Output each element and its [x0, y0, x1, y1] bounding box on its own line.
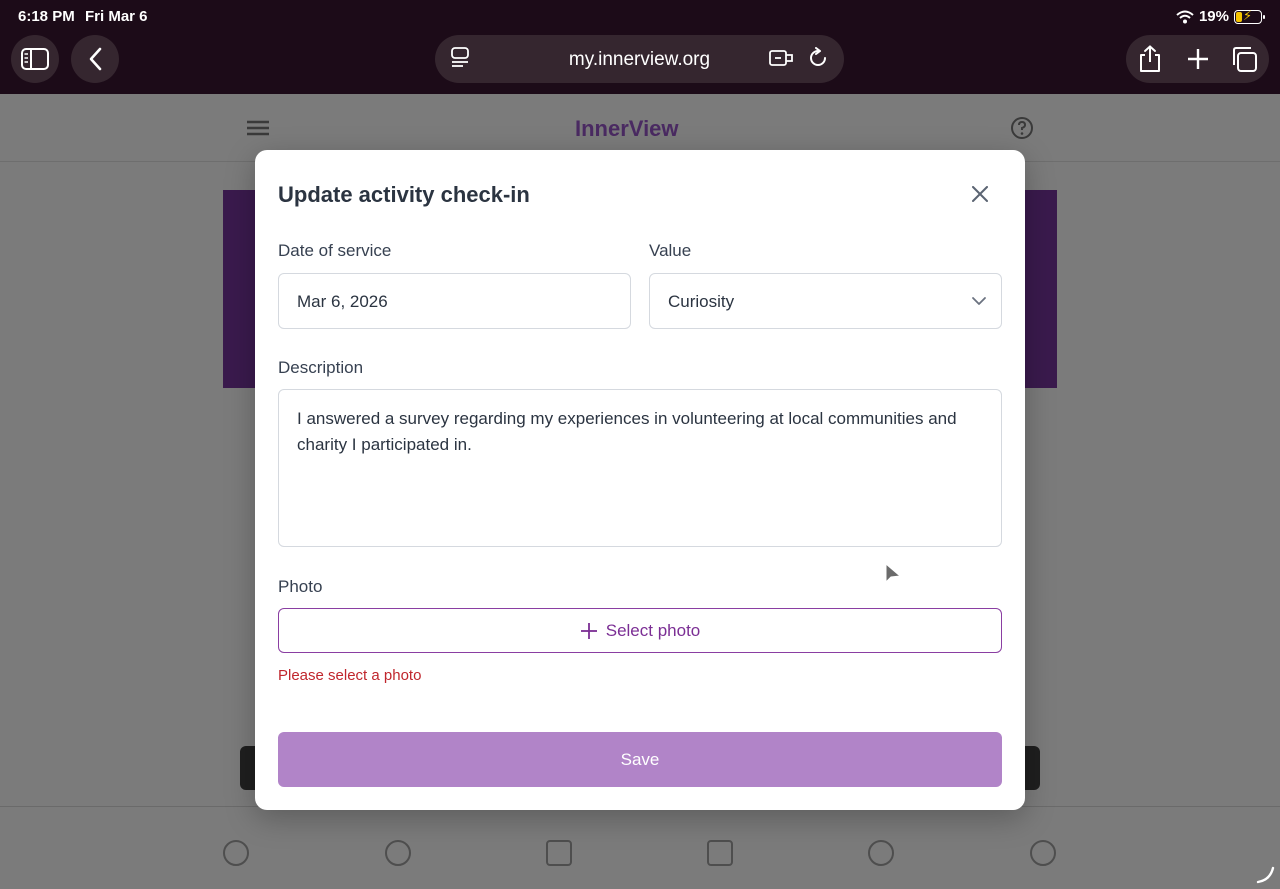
brand-logo: InnerView [575, 116, 679, 141]
hamburger-menu-icon [247, 120, 269, 136]
sidebar-icon [21, 48, 49, 70]
reload-icon[interactable] [807, 47, 829, 69]
status-bar: 6:18 PM Fri Mar 6 19% ⚡ [18, 8, 1265, 26]
description-text: I answered a survey regarding my experie… [297, 409, 957, 454]
save-button[interactable]: Save [278, 732, 1002, 787]
extension-icon[interactable] [769, 47, 795, 69]
description-label: Description [278, 358, 364, 377]
profile-tab-icon [223, 840, 249, 866]
photo-error-message: Please select a photo [278, 667, 422, 684]
battery-percent: 19% [1198, 8, 1229, 25]
select-photo-button[interactable]: Select photo [278, 608, 1002, 653]
awards-tab-icon [385, 840, 411, 866]
update-checkin-modal: Update activity check-in Date of service… [255, 150, 1025, 810]
sidebar-toggle-button[interactable] [11, 35, 59, 83]
wifi-icon [1176, 10, 1194, 23]
date-of-service-value: Mar 6, 2026 [297, 292, 388, 311]
bottom-tab-bar [0, 806, 1280, 889]
battery-icon: ⚡ [1234, 8, 1265, 24]
new-tab-icon[interactable] [1185, 45, 1211, 73]
plus-icon [580, 622, 597, 639]
value-selected: Curiosity [668, 292, 735, 311]
browser-chrome: 6:18 PM Fri Mar 6 19% ⚡ my.innerview.org [0, 0, 1280, 94]
date-of-service-field[interactable]: Mar 6, 2026 [278, 273, 631, 329]
chevron-left-icon [89, 47, 102, 71]
select-photo-label: Select photo [605, 620, 701, 640]
chevron-down-icon [972, 297, 986, 305]
status-time: 6:18 PM [18, 8, 75, 25]
globe-tab-icon [1030, 840, 1056, 866]
modal-title: Update activity check-in [278, 182, 530, 207]
close-button[interactable] [966, 180, 994, 208]
resize-handle-icon[interactable] [1256, 866, 1276, 884]
status-date: Fri Mar 6 [85, 8, 148, 25]
address-bar[interactable]: my.innerview.org [435, 35, 844, 83]
community-tab-icon [868, 840, 894, 866]
value-label: Value [649, 241, 692, 260]
tabs-overview-icon[interactable] [1231, 45, 1259, 73]
clipboard-tab-icon [707, 840, 733, 866]
close-icon [972, 186, 988, 202]
status-right: 19% ⚡ [1176, 8, 1265, 25]
date-of-service-label: Date of service [278, 241, 392, 260]
photo-label: Photo [278, 577, 323, 596]
help-icon [1011, 117, 1033, 139]
pointer-cursor-icon [885, 563, 902, 584]
calendar-tab-icon [546, 840, 572, 866]
back-button[interactable] [71, 35, 119, 83]
share-icon[interactable] [1138, 45, 1162, 73]
save-label: Save [620, 749, 660, 769]
value-select[interactable]: Curiosity [649, 273, 1002, 329]
description-textarea[interactable]: I answered a survey regarding my experie… [278, 389, 1002, 547]
toolbar-actions [1126, 35, 1269, 83]
